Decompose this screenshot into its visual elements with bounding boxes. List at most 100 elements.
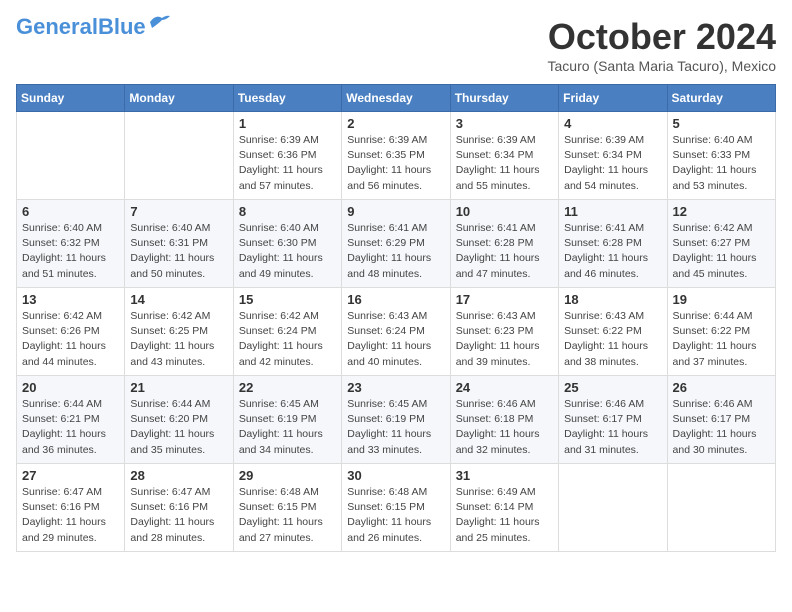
day-number: 23 [347, 380, 444, 395]
day-info: Sunrise: 6:40 AM Sunset: 6:32 PM Dayligh… [22, 221, 119, 282]
calendar-week-4: 20 Sunrise: 6:44 AM Sunset: 6:21 PM Dayl… [17, 376, 776, 464]
day-info: Sunrise: 6:39 AM Sunset: 6:35 PM Dayligh… [347, 133, 444, 194]
day-number: 5 [673, 116, 770, 131]
day-info: Sunrise: 6:41 AM Sunset: 6:29 PM Dayligh… [347, 221, 444, 282]
daylight-label: Daylight: [130, 516, 171, 528]
sunset-label: Sunset: [456, 413, 492, 425]
day-number: 29 [239, 468, 336, 483]
daylight-label: Daylight: [239, 340, 280, 352]
daylight-label: Daylight: [130, 428, 171, 440]
sunset-label: Sunset: [673, 413, 709, 425]
daylight-label: Daylight: [456, 164, 497, 176]
daylight-label: Daylight: [347, 164, 388, 176]
location-subtitle: Tacuro (Santa Maria Tacuro), Mexico [548, 58, 777, 74]
day-info: Sunrise: 6:44 AM Sunset: 6:21 PM Dayligh… [22, 397, 119, 458]
day-number: 9 [347, 204, 444, 219]
calendar-week-3: 13 Sunrise: 6:42 AM Sunset: 6:26 PM Dayl… [17, 288, 776, 376]
daylight-label: Daylight: [347, 516, 388, 528]
sunset-label: Sunset: [347, 237, 383, 249]
sunset-label: Sunset: [456, 501, 492, 513]
calendar-cell: 20 Sunrise: 6:44 AM Sunset: 6:21 PM Dayl… [17, 376, 125, 464]
daylight-label: Daylight: [347, 252, 388, 264]
sunrise-label: Sunrise: [564, 134, 603, 146]
day-number: 30 [347, 468, 444, 483]
page-header: GeneralBlue October 2024 Tacuro (Santa M… [16, 16, 776, 74]
day-info: Sunrise: 6:40 AM Sunset: 6:30 PM Dayligh… [239, 221, 336, 282]
sunrise-label: Sunrise: [673, 222, 712, 234]
calendar-cell: 31 Sunrise: 6:49 AM Sunset: 6:14 PM Dayl… [450, 464, 558, 552]
weekday-header-wednesday: Wednesday [342, 85, 450, 112]
weekday-header-saturday: Saturday [667, 85, 775, 112]
sunrise-label: Sunrise: [130, 310, 169, 322]
day-info: Sunrise: 6:40 AM Sunset: 6:33 PM Dayligh… [673, 133, 770, 194]
sunset-label: Sunset: [22, 325, 58, 337]
daylight-label: Daylight: [673, 252, 714, 264]
sunset-label: Sunset: [239, 501, 275, 513]
daylight-label: Daylight: [347, 428, 388, 440]
day-info: Sunrise: 6:44 AM Sunset: 6:22 PM Dayligh… [673, 309, 770, 370]
day-number: 28 [130, 468, 227, 483]
day-number: 18 [564, 292, 661, 307]
sunrise-label: Sunrise: [22, 310, 61, 322]
day-info: Sunrise: 6:39 AM Sunset: 6:34 PM Dayligh… [564, 133, 661, 194]
sunset-label: Sunset: [564, 325, 600, 337]
sunset-label: Sunset: [22, 501, 58, 513]
sunset-label: Sunset: [673, 325, 709, 337]
sunset-label: Sunset: [564, 237, 600, 249]
day-number: 6 [22, 204, 119, 219]
sunset-label: Sunset: [673, 149, 709, 161]
sunset-label: Sunset: [239, 413, 275, 425]
calendar-cell: 3 Sunrise: 6:39 AM Sunset: 6:34 PM Dayli… [450, 112, 558, 200]
sunrise-label: Sunrise: [239, 398, 278, 410]
sunrise-label: Sunrise: [456, 398, 495, 410]
daylight-label: Daylight: [564, 428, 605, 440]
sunrise-label: Sunrise: [22, 398, 61, 410]
sunset-label: Sunset: [130, 237, 166, 249]
day-number: 17 [456, 292, 553, 307]
day-info: Sunrise: 6:45 AM Sunset: 6:19 PM Dayligh… [347, 397, 444, 458]
sunrise-label: Sunrise: [22, 486, 61, 498]
sunrise-label: Sunrise: [564, 398, 603, 410]
day-number: 24 [456, 380, 553, 395]
sunrise-label: Sunrise: [347, 486, 386, 498]
daylight-label: Daylight: [673, 164, 714, 176]
day-number: 4 [564, 116, 661, 131]
day-number: 14 [130, 292, 227, 307]
day-number: 1 [239, 116, 336, 131]
sunrise-label: Sunrise: [456, 486, 495, 498]
calendar-cell: 2 Sunrise: 6:39 AM Sunset: 6:35 PM Dayli… [342, 112, 450, 200]
day-number: 3 [456, 116, 553, 131]
calendar-cell [17, 112, 125, 200]
sunrise-label: Sunrise: [347, 222, 386, 234]
sunrise-label: Sunrise: [456, 310, 495, 322]
day-info: Sunrise: 6:47 AM Sunset: 6:16 PM Dayligh… [22, 485, 119, 546]
weekday-header-friday: Friday [559, 85, 667, 112]
sunset-label: Sunset: [130, 413, 166, 425]
calendar-cell: 10 Sunrise: 6:41 AM Sunset: 6:28 PM Dayl… [450, 200, 558, 288]
calendar-cell [125, 112, 233, 200]
daylight-label: Daylight: [22, 340, 63, 352]
calendar-week-1: 1 Sunrise: 6:39 AM Sunset: 6:36 PM Dayli… [17, 112, 776, 200]
calendar-cell: 14 Sunrise: 6:42 AM Sunset: 6:25 PM Dayl… [125, 288, 233, 376]
day-info: Sunrise: 6:43 AM Sunset: 6:24 PM Dayligh… [347, 309, 444, 370]
calendar-cell [559, 464, 667, 552]
day-info: Sunrise: 6:39 AM Sunset: 6:34 PM Dayligh… [456, 133, 553, 194]
day-info: Sunrise: 6:46 AM Sunset: 6:17 PM Dayligh… [673, 397, 770, 458]
daylight-label: Daylight: [564, 340, 605, 352]
calendar-cell: 8 Sunrise: 6:40 AM Sunset: 6:30 PM Dayli… [233, 200, 341, 288]
day-info: Sunrise: 6:41 AM Sunset: 6:28 PM Dayligh… [564, 221, 661, 282]
daylight-label: Daylight: [564, 164, 605, 176]
daylight-label: Daylight: [239, 428, 280, 440]
daylight-label: Daylight: [22, 252, 63, 264]
logo: GeneralBlue [16, 16, 170, 38]
day-info: Sunrise: 6:41 AM Sunset: 6:28 PM Dayligh… [456, 221, 553, 282]
day-number: 22 [239, 380, 336, 395]
calendar-table: SundayMondayTuesdayWednesdayThursdayFrid… [16, 84, 776, 552]
day-number: 12 [673, 204, 770, 219]
daylight-label: Daylight: [239, 516, 280, 528]
calendar-cell: 5 Sunrise: 6:40 AM Sunset: 6:33 PM Dayli… [667, 112, 775, 200]
day-info: Sunrise: 6:44 AM Sunset: 6:20 PM Dayligh… [130, 397, 227, 458]
day-info: Sunrise: 6:42 AM Sunset: 6:24 PM Dayligh… [239, 309, 336, 370]
daylight-label: Daylight: [673, 340, 714, 352]
calendar-cell: 13 Sunrise: 6:42 AM Sunset: 6:26 PM Dayl… [17, 288, 125, 376]
